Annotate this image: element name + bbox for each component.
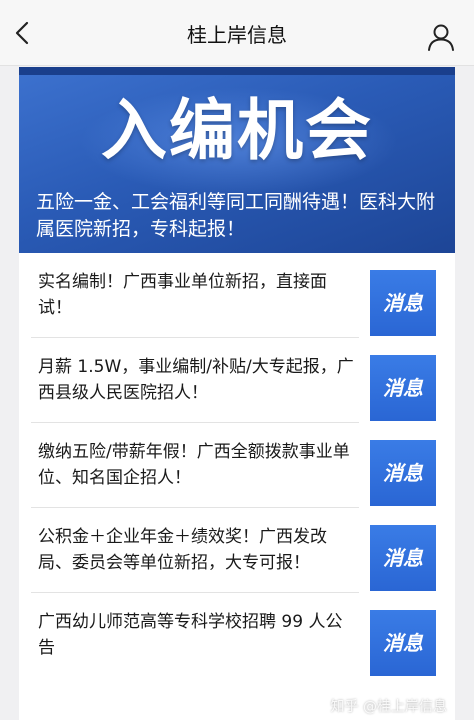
banner-title: 入编机会 xyxy=(101,92,373,169)
news-title: 实名编制！广西事业单位新招，直接面试！ xyxy=(38,272,327,318)
news-title: 广西幼儿师范高等专科学校招聘 99 人公告 xyxy=(38,612,343,658)
top-bar: 桂上岸信息 xyxy=(0,0,474,66)
news-title: 公积金＋企业年金＋绩效奖！广西发改局、委员会等单位新招，大专可报！ xyxy=(38,527,327,573)
news-badge[interactable]: 消息 xyxy=(370,270,436,336)
article-card: 入编机会 五险一金、工会福利等同工同酬待遇！医科大附属医院新招，专科起报！ 实名… xyxy=(19,67,455,720)
banner-subtitle: 五险一金、工会福利等同工同酬待遇！医科大附属医院新招，专科起报！ xyxy=(36,191,436,240)
page-title: 桂上岸信息 xyxy=(187,23,287,47)
news-list: 实名编制！广西事业单位新招，直接面试！ 消息 月薪 1.5W，事业编制/补贴/大… xyxy=(19,253,455,678)
news-item[interactable]: 月薪 1.5W，事业编制/补贴/大专起报，广西县级人民医院招人！ 消息 xyxy=(19,338,455,423)
news-badge[interactable]: 消息 xyxy=(370,610,436,676)
user-icon xyxy=(428,24,454,51)
news-title: 月薪 1.5W，事业编制/补贴/大专起报，广西县级人民医院招人！ xyxy=(38,357,354,403)
news-badge[interactable]: 消息 xyxy=(370,440,436,506)
news-item[interactable]: 广西幼儿师范高等专科学校招聘 99 人公告 消息 xyxy=(19,593,455,678)
news-badge[interactable]: 消息 xyxy=(370,355,436,421)
profile-button[interactable] xyxy=(426,22,456,52)
news-item[interactable]: 实名编制！广西事业单位新招，直接面试！ 消息 xyxy=(19,253,455,338)
news-item[interactable]: 缴纳五险/带薪年假！广西全额拨款事业单位、知名国企招人！ 消息 xyxy=(19,423,455,508)
banner[interactable]: 入编机会 五险一金、工会福利等同工同酬待遇！医科大附属医院新招，专科起报！ xyxy=(19,67,455,253)
news-title: 缴纳五险/带薪年假！广西全额拨款事业单位、知名国企招人！ xyxy=(38,442,350,488)
news-badge[interactable]: 消息 xyxy=(370,525,436,591)
banner-edge xyxy=(19,67,455,75)
news-item[interactable]: 公积金＋企业年金＋绩效奖！广西发改局、委员会等单位新招，大专可报！ 消息 xyxy=(19,508,455,593)
watermark: 知乎 @桂上岸信息 xyxy=(330,699,447,715)
